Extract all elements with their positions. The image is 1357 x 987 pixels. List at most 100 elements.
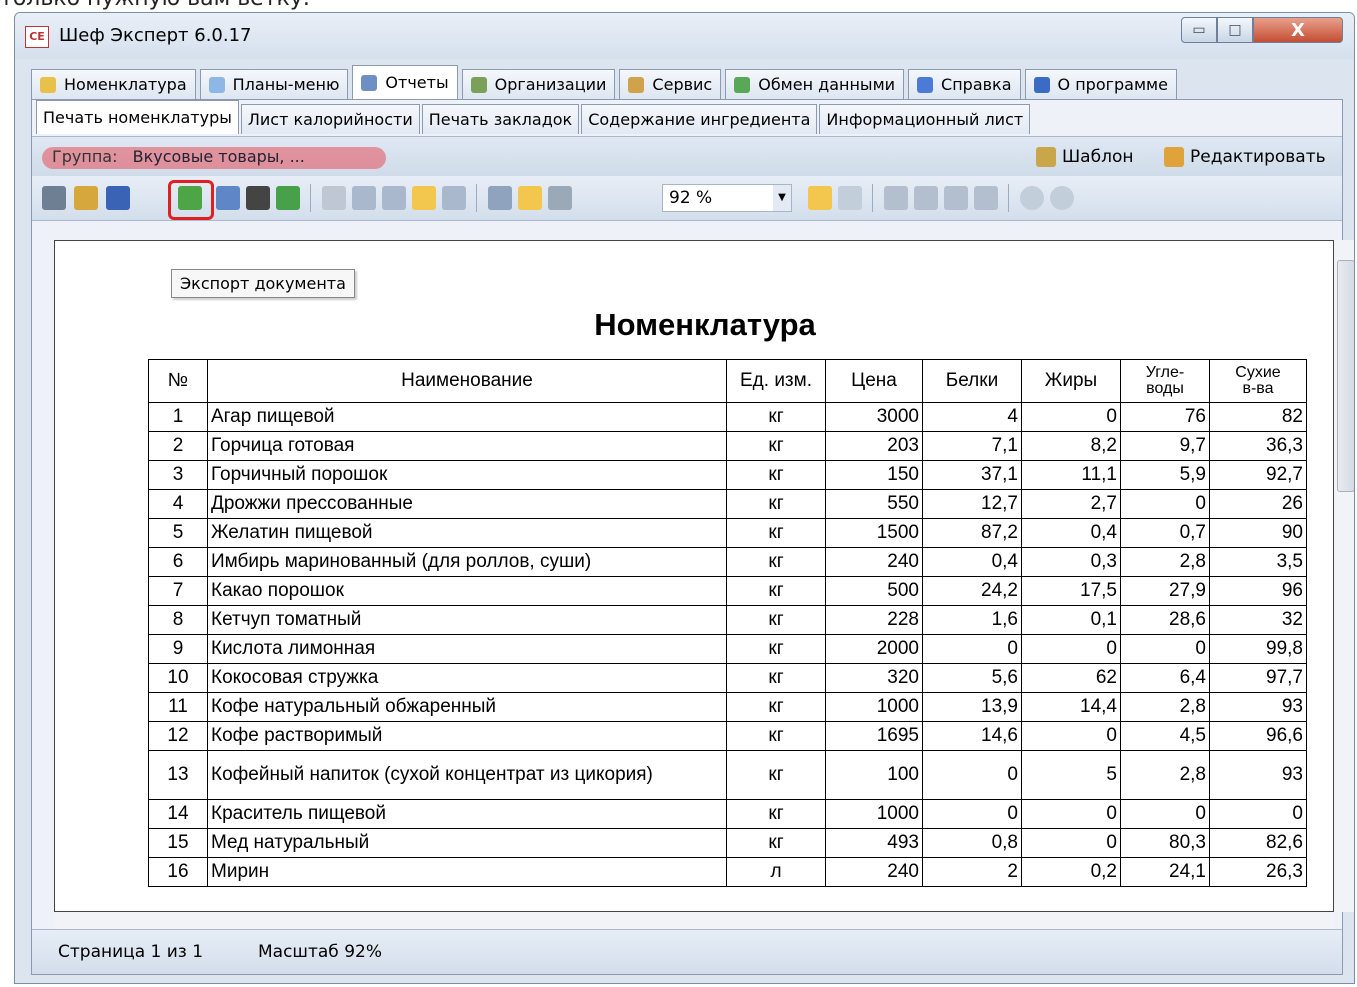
subtab-2[interactable]: Печать закладок	[421, 104, 580, 134]
template-button[interactable]: Шаблон	[1036, 147, 1133, 167]
table-cell: 11,1	[1021, 460, 1121, 490]
tab-0[interactable]: Номенклатура	[31, 69, 196, 99]
back-icon[interactable]	[1020, 186, 1044, 210]
tab-icon	[628, 76, 645, 93]
zoom-region-icon[interactable]	[442, 186, 466, 210]
table-cell: 0	[1021, 828, 1121, 858]
document-preview: Экспорт документа Номенклатура № Наименов…	[54, 240, 1334, 912]
table-cell: 37,1	[922, 460, 1022, 490]
vertical-scrollbar[interactable]	[1334, 240, 1354, 912]
print-icon[interactable]	[42, 186, 66, 210]
table-cell: 24,2	[922, 576, 1022, 606]
column-header: Жиры	[1021, 359, 1121, 403]
table-cell: 2,8	[1120, 547, 1210, 577]
table-cell: кг	[726, 489, 826, 519]
last-page-icon[interactable]	[974, 186, 998, 210]
toolbar-separator	[872, 184, 873, 212]
table-cell: кг	[726, 605, 826, 635]
save-icon[interactable]	[106, 186, 130, 210]
tab-6[interactable]: Справка	[908, 69, 1021, 99]
table-cell: кг	[726, 576, 826, 606]
table-row: 5 Желатин пищевой кг 1500 87,2 0,4 0,7 90	[148, 518, 1307, 548]
first-page-icon[interactable]	[884, 186, 908, 210]
subtab-1[interactable]: Лист калорийности	[240, 104, 420, 134]
table-cell: 2,8	[1120, 692, 1210, 722]
tab-2[interactable]: Отчеты	[352, 65, 458, 99]
column-header: Белки	[922, 359, 1022, 403]
table-cell: кг	[726, 721, 826, 751]
table-cell: 550	[825, 489, 923, 519]
column-header: Цена	[825, 359, 923, 403]
tab-4[interactable]: Сервис	[619, 69, 722, 99]
group-filter[interactable]: Группа: Вкусовые товары, ...	[52, 147, 305, 166]
table-cell: 0,8	[922, 828, 1022, 858]
edit-button[interactable]: Редактировать	[1164, 147, 1326, 167]
reports-panel: Печать номенклатуры Лист калорийности Печа…	[31, 99, 1354, 975]
magnifier-icon[interactable]	[382, 186, 406, 210]
table-cell: 320	[825, 663, 923, 693]
zoom-in-icon[interactable]	[352, 186, 376, 210]
minimize-button[interactable]: ▭	[1181, 17, 1217, 43]
table-cell: Кетчуп томатный	[207, 605, 727, 635]
table-row: 7 Какао порошок кг 500 24,2 17,5 27,9 96	[148, 576, 1307, 606]
app-logo-icon: CE	[25, 26, 49, 48]
forward-icon[interactable]	[1050, 186, 1074, 210]
column-header: Сухие в-ва	[1209, 359, 1307, 403]
table-cell: 203	[825, 431, 923, 461]
table-cell: 0	[922, 634, 1022, 664]
chevron-down-icon[interactable]: ▼	[773, 185, 791, 211]
close-button[interactable]: X	[1253, 17, 1343, 43]
table-cell: 11	[148, 692, 208, 722]
scale-indicator: Масштаб 92%	[258, 942, 382, 962]
single-page-icon[interactable]	[808, 186, 832, 210]
table-row: 10 Кокосовая стружка кг 320 5,6 62 6,4 97,7	[148, 663, 1307, 693]
tab-icon	[917, 76, 934, 93]
table-row: 4 Дрожжи прессованные кг 550 12,7 2,7 0 26	[148, 489, 1307, 519]
table-cell: 6,4	[1120, 663, 1210, 693]
table-cell: 4	[922, 402, 1022, 432]
tab-7[interactable]: О программе	[1024, 69, 1177, 99]
table-cell: 3,5	[1209, 547, 1307, 577]
table-cell: 5,9	[1120, 460, 1210, 490]
zoom-100-icon[interactable]	[548, 186, 572, 210]
refresh-icon[interactable]	[276, 186, 300, 210]
table-cell: Мирин	[207, 857, 727, 887]
tab-icon	[208, 76, 225, 93]
tab-5[interactable]: Обмен данными	[725, 69, 905, 99]
previous-page-icon[interactable]	[914, 186, 938, 210]
table-cell: 26,3	[1209, 857, 1307, 887]
next-page-icon[interactable]	[944, 186, 968, 210]
page-setup-icon[interactable]	[216, 186, 240, 210]
page-width-icon[interactable]	[488, 186, 512, 210]
table-cell: Желатин пищевой	[207, 518, 727, 548]
open-icon[interactable]	[74, 186, 98, 210]
table-cell: 1,6	[922, 605, 1022, 635]
table-row: 9 Кислота лимонная кг 2000 0 0 0 99,8	[148, 634, 1307, 664]
title-bar: CE Шеф Эксперт 6.0.17 ▭ □ X	[15, 13, 1354, 59]
multi-page-icon[interactable]	[838, 186, 862, 210]
tab-label: О программе	[1057, 75, 1168, 94]
zoom-select[interactable]: 92 % ▼	[662, 184, 792, 212]
tab-1[interactable]: Планы-меню	[199, 69, 349, 99]
edit-label: Редактировать	[1190, 147, 1326, 167]
hand-icon[interactable]	[322, 186, 346, 210]
whole-page-icon[interactable]	[518, 186, 542, 210]
table-cell: 0	[1021, 721, 1121, 751]
maximize-button[interactable]: □	[1217, 17, 1253, 43]
table-cell: 0	[1021, 799, 1121, 829]
table-cell: Мед натуральный	[207, 828, 727, 858]
tab-label: Номенклатура	[64, 75, 187, 94]
zoom-out-icon[interactable]	[412, 186, 436, 210]
table-cell: кг	[726, 799, 826, 829]
tab-3[interactable]: Организации	[461, 69, 616, 99]
subtab-4[interactable]: Информационный лист	[819, 104, 1031, 134]
scrollbar-thumb[interactable]	[1337, 260, 1354, 492]
table-cell: 1000	[825, 799, 923, 829]
subtab-0[interactable]: Печать номенклатуры	[36, 100, 239, 134]
subtab-3[interactable]: Содержание ингредиента	[581, 104, 818, 134]
export-highlight	[168, 180, 214, 220]
find-icon[interactable]	[246, 186, 270, 210]
table-cell: 27,9	[1120, 576, 1210, 606]
page-indicator[interactable]: Страница 1 из 1	[58, 942, 203, 962]
table-cell: 7	[148, 576, 208, 606]
